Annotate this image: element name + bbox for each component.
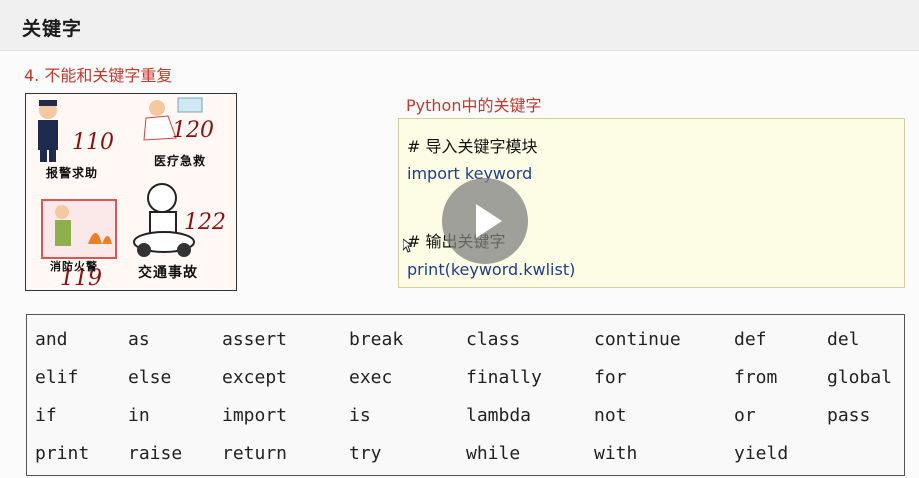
- keyword-cell: return: [222, 443, 288, 464]
- keyword-cell: yield: [734, 443, 789, 464]
- keyword-cell: def: [734, 329, 767, 350]
- keyword-cell: pass: [827, 405, 871, 426]
- poster-caption-119: 消防火警: [50, 260, 98, 273]
- mouse-cursor-icon: [403, 239, 412, 253]
- play-icon[interactable]: [442, 178, 528, 264]
- keyword-cell: or: [734, 405, 756, 426]
- keyword-cell: with: [594, 443, 638, 464]
- keyword-cell: in: [128, 405, 150, 426]
- keyword-cell: print: [35, 443, 90, 464]
- slide-header: 关键字: [0, 0, 919, 51]
- keyword-cell: and: [35, 329, 68, 350]
- slide-title: 关键字: [22, 18, 83, 40]
- keyword-cell: continue: [594, 329, 681, 350]
- code-section-label: Python中的关键字: [406, 96, 542, 115]
- code-line-comment: # 导入关键字模块: [407, 137, 538, 156]
- keyword-cell: exec: [349, 367, 393, 388]
- keyword-cell: finally: [466, 367, 542, 388]
- poster-number-110: 110: [72, 130, 114, 155]
- keyword-cell: del: [827, 329, 860, 350]
- keyword-cell: is: [349, 405, 371, 426]
- emergency-numbers-poster: 110 报警求助 120 医疗急救 119 消防火警 122 交通事故: [25, 93, 237, 291]
- poster-caption-120: 医疗急救: [154, 154, 207, 168]
- poster-caption-110: 报警求助: [46, 166, 99, 180]
- keyword-cell: import: [222, 405, 288, 426]
- keyword-cell: try: [349, 443, 382, 464]
- keyword-cell: elif: [35, 367, 79, 388]
- keyword-cell: break: [349, 329, 404, 350]
- keyword-cell: class: [466, 329, 521, 350]
- keyword-cell: if: [35, 405, 57, 426]
- keyword-cell: except: [222, 367, 288, 388]
- section-subtitle: 4. 不能和关键字重复: [24, 66, 173, 85]
- keyword-cell: for: [594, 367, 627, 388]
- poster-number-122: 122: [184, 210, 226, 235]
- keyword-cell: while: [466, 443, 521, 464]
- keyword-cell: not: [594, 405, 627, 426]
- poster-caption-122: 交通事故: [138, 265, 198, 281]
- keyword-cell: lambda: [466, 405, 532, 426]
- keyword-cell: assert: [222, 329, 288, 350]
- keyword-cell: raise: [128, 443, 183, 464]
- keyword-cell: as: [128, 329, 150, 350]
- keyword-cell: from: [734, 367, 778, 388]
- poster-number-120: 120: [172, 118, 214, 143]
- keyword-cell: global: [827, 367, 893, 388]
- keywords-table: and as assert break class continue def d…: [26, 314, 905, 476]
- keyword-cell: else: [128, 367, 172, 388]
